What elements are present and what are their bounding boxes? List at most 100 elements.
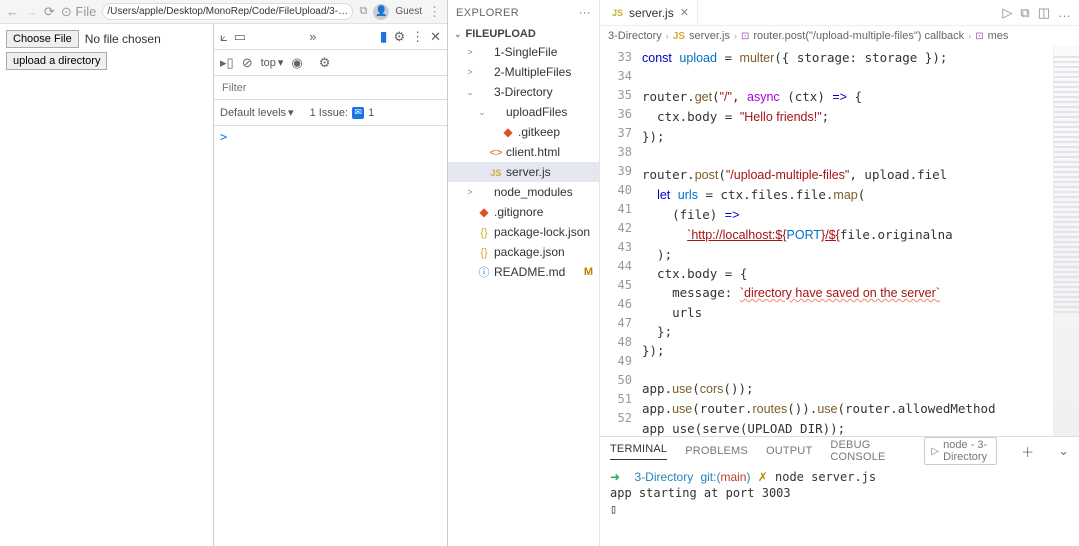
chevron-icon: > <box>464 47 476 57</box>
forward-icon[interactable]: → <box>25 4 38 19</box>
terminal-dropdown-icon[interactable]: ⌄ <box>1058 443 1069 459</box>
console-settings-icon[interactable]: ⚙ <box>319 55 331 71</box>
devtools-settings-icon[interactable]: ⚙ <box>393 29 405 45</box>
devtools-more-tabs-icon[interactable]: » <box>309 29 316 44</box>
new-terminal-icon[interactable]: ＋ <box>1021 442 1034 461</box>
explorer-panel: EXPLORER ··· ⌄ FILEUPLOAD >1-SingleFile>… <box>448 0 600 546</box>
chevron-icon: ⌄ <box>476 107 488 118</box>
breadcrumb[interactable]: 3-Directory› JS server.js› ⊡ router.post… <box>600 26 1079 46</box>
tree-item-server-js[interactable]: JSserver.js <box>448 162 599 182</box>
tree-item-label: 1-SingleFile <box>494 45 557 59</box>
tree-item-node-modules[interactable]: >node_modules <box>448 182 599 202</box>
issue-badge-icon: ✉ <box>352 107 364 119</box>
line-number-gutter: 33 34 35 36 37 38 39 40 41 42 43 44 45 4… <box>600 46 642 436</box>
file-tree: >1-SingleFile>2-MultipleFiles⌄3-Director… <box>448 42 599 546</box>
tree-item-label: package.json <box>494 245 565 259</box>
devtools-panel: ⟀ ▭ » ▮ ⚙ ⋮ ✕ ▸▯ ⊘ top ▾ ◉ ⚙ <box>214 24 447 546</box>
chevron-icon: ⌄ <box>464 87 476 98</box>
explorer-more-icon[interactable]: ··· <box>579 7 591 19</box>
tree-item-label: package-lock.json <box>494 225 590 239</box>
file-icon: ◆ <box>500 125 516 139</box>
tree-item--gitignore[interactable]: ◆.gitignore <box>448 202 599 222</box>
code-content[interactable]: const upload = multer({ storage: storage… <box>642 46 1053 436</box>
no-entry-icon[interactable]: ⊘ <box>242 55 253 71</box>
page-content: Choose File No file chosen upload a dire… <box>0 24 214 546</box>
console-filter-input[interactable] <box>220 80 441 96</box>
tree-item-2-multiplefiles[interactable]: >2-MultipleFiles <box>448 62 599 82</box>
tab-label: server.js <box>629 6 674 20</box>
editor-area: JS server.js ✕ ▷ ⧉ ◫ … 3-Directory› JS s… <box>600 0 1079 546</box>
tree-item-label: node_modules <box>494 185 573 199</box>
file-badge-icon: ⊙ File <box>61 4 96 20</box>
terminal-output[interactable]: ➜ 3-Directory git:(main) ✗ node server.j… <box>600 465 1079 546</box>
tree-item-label: 3-Directory <box>494 85 553 99</box>
tree-item-label: uploadFiles <box>506 105 567 119</box>
file-icon: {} <box>476 245 492 259</box>
explorer-root[interactable]: ⌄ FILEUPLOAD <box>448 26 599 42</box>
panel-tab-debug-console[interactable]: DEBUG CONSOLE <box>830 439 888 463</box>
devtools-kebab-icon[interactable]: ⋮ <box>411 29 424 45</box>
diff-icon[interactable]: ⧉ <box>1020 5 1029 21</box>
menu-dots-icon[interactable]: ⋮ <box>428 4 441 20</box>
panel-tab-terminal[interactable]: TERMINAL <box>610 443 667 460</box>
console-output[interactable]: > <box>214 126 447 546</box>
context-dropdown[interactable]: top ▾ <box>261 56 284 69</box>
tree-item--gitkeep[interactable]: ◆.gitkeep <box>448 122 599 142</box>
avatar-icon[interactable]: 👤 <box>373 4 389 20</box>
js-file-icon: JS <box>612 8 623 18</box>
devtools-close-icon[interactable]: ✕ <box>430 29 441 45</box>
split-editor-icon[interactable]: ◫ <box>1038 5 1050 21</box>
tree-item-3-directory[interactable]: ⌄ 3-Directory <box>448 82 599 102</box>
tree-item-readme-md[interactable]: ⓘREADME.mdM <box>448 262 599 282</box>
back-icon[interactable]: ← <box>6 4 19 19</box>
inspect-icon[interactable]: ⟀ <box>220 29 228 45</box>
chevron-icon: > <box>464 67 476 77</box>
explorer-title: EXPLORER <box>456 7 519 19</box>
tree-item-label: 2-MultipleFiles <box>494 65 571 79</box>
browser-url[interactable]: /Users/apple/Desktop/MonoRep/Code/FileUp… <box>102 3 353 20</box>
reload-icon[interactable]: ⟳ <box>44 4 55 20</box>
console-sidebar-icon[interactable]: ▸▯ <box>220 55 234 71</box>
log-levels-dropdown[interactable]: Default levels ▾ <box>220 106 294 119</box>
chevron-down-icon: ⌄ <box>454 29 462 40</box>
guest-label: Guest <box>395 6 422 17</box>
tree-item-label: server.js <box>506 165 551 179</box>
tree-item-package-json[interactable]: {}package.json <box>448 242 599 262</box>
file-icon: ◆ <box>476 205 492 219</box>
live-expression-icon[interactable]: ◉ <box>291 55 302 71</box>
tree-item-label: .gitkeep <box>518 125 560 139</box>
tree-item-uploadfiles[interactable]: ⌄ uploadFiles <box>448 102 599 122</box>
tree-item-label: README.md <box>494 265 565 279</box>
vscode-window: EXPLORER ··· ⌄ FILEUPLOAD >1-SingleFile>… <box>448 0 1079 546</box>
tree-item-1-singlefile[interactable]: >1-SingleFile <box>448 42 599 62</box>
editor-more-icon[interactable]: … <box>1058 5 1071 20</box>
upload-directory-button[interactable]: upload a directory <box>6 52 107 70</box>
issues-indicator[interactable]: 1 Issue: ✉ 1 <box>310 107 375 119</box>
browser-window: ← → ⟳ ⊙ File /Users/apple/Desktop/MonoRe… <box>0 0 448 546</box>
panel-tab-problems[interactable]: PROBLEMS <box>685 445 748 457</box>
tab-server-js[interactable]: JS server.js ✕ <box>604 0 698 25</box>
tree-item-package-lock-json[interactable]: {}package-lock.json <box>448 222 599 242</box>
property-icon: ⊡ <box>975 31 983 42</box>
file-icon: ⓘ <box>476 264 492 280</box>
tree-item-label: client.html <box>506 145 560 159</box>
code-editor[interactable]: 33 34 35 36 37 38 39 40 41 42 43 44 45 4… <box>600 46 1079 436</box>
play-icon[interactable]: ▷ <box>1002 5 1012 21</box>
tree-item-label: .gitignore <box>494 205 543 219</box>
bottom-panel: TERMINAL PROBLEMS OUTPUT DEBUG CONSOLE ▷… <box>600 436 1079 546</box>
choose-file-button[interactable]: Choose File <box>6 30 79 48</box>
close-tab-icon[interactable]: ✕ <box>680 6 689 19</box>
minimap[interactable] <box>1053 46 1079 436</box>
file-icon: <> <box>488 145 504 159</box>
message-icon[interactable]: ▮ <box>380 28 388 45</box>
file-icon: JS <box>488 165 504 179</box>
device-toggle-icon[interactable]: ▭ <box>234 29 246 45</box>
console-prompt-caret-icon: > <box>220 130 227 144</box>
share-icon[interactable]: ⧉ <box>359 5 367 18</box>
file-icon: {} <box>476 225 492 239</box>
tree-item-client-html[interactable]: <>client.html <box>448 142 599 162</box>
editor-tabs: JS server.js ✕ ▷ ⧉ ◫ … <box>600 0 1079 26</box>
terminal-profile-dropdown[interactable]: ▷node - 3-Directory <box>924 437 997 465</box>
browser-address-bar: ← → ⟳ ⊙ File /Users/apple/Desktop/MonoRe… <box>0 0 447 24</box>
panel-tab-output[interactable]: OUTPUT <box>766 445 812 457</box>
